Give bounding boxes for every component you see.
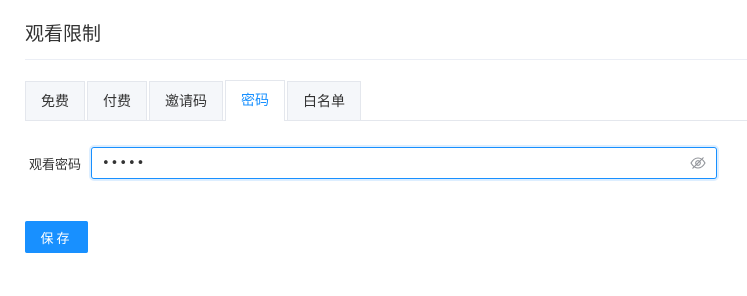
password-form-row: 观看密码 [25, 147, 717, 179]
tabs-baseline [25, 120, 747, 121]
eye-off-icon[interactable] [690, 156, 706, 170]
tab-free[interactable]: 免费 [25, 81, 85, 121]
tab-paid[interactable]: 付费 [87, 81, 147, 121]
title-divider [25, 59, 747, 60]
tab-password[interactable]: 密码 [225, 80, 285, 121]
password-input-wrapper [91, 147, 717, 179]
tab-invite-code[interactable]: 邀请码 [149, 81, 223, 121]
page: 观看限制 免费 付费 邀请码 密码 白名单 观看密码 保存 [0, 0, 747, 296]
tab-whitelist[interactable]: 白名单 [287, 81, 361, 121]
page-title: 观看限制 [25, 23, 102, 45]
password-input[interactable] [92, 148, 716, 178]
save-button[interactable]: 保存 [25, 221, 88, 253]
tab-bar: 免费 付费 邀请码 密码 白名单 [25, 80, 363, 121]
password-label: 观看密码 [28, 157, 81, 173]
